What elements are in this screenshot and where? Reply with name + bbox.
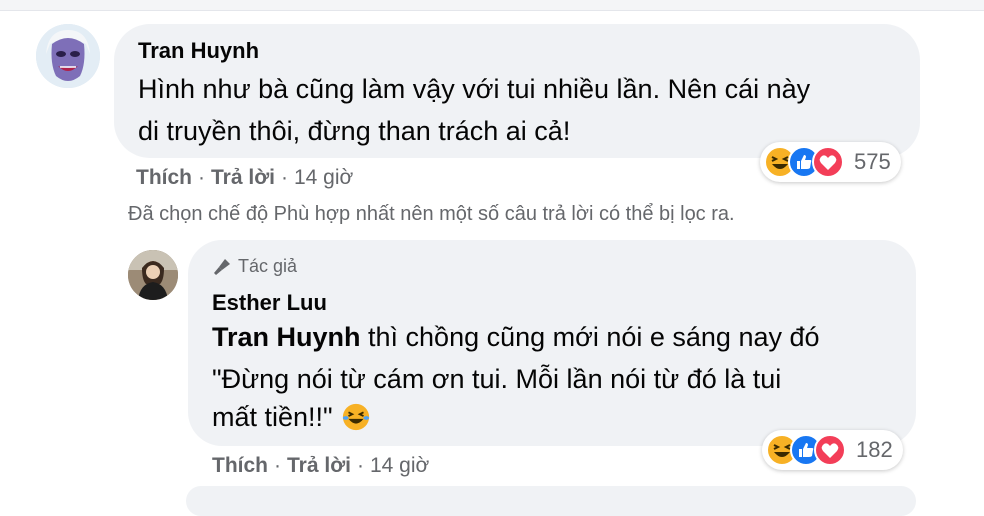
author-badge-label: Tác giả	[238, 256, 298, 276]
reaction-summary[interactable]: 575	[760, 142, 901, 182]
laughing-tears-emoji-icon	[342, 403, 369, 431]
reply-bubble: Tác giả Esther Luu Tran Huynh thì chồng …	[188, 240, 916, 446]
reaction-count: 575	[854, 149, 891, 174]
next-reply-bubble	[186, 486, 916, 516]
timestamp[interactable]: 14 giờ	[370, 454, 429, 477]
reply-text-part: mất tiền!!"	[212, 402, 333, 432]
like-button[interactable]: Thích	[212, 454, 268, 477]
love-icon	[812, 146, 844, 178]
top-divider	[0, 0, 984, 11]
reply-text-line2: "Đừng nói từ cám ơn tui. Mỗi lần nói từ …	[212, 364, 782, 394]
avatar-photo-icon	[128, 250, 178, 300]
microphone-icon	[214, 258, 230, 275]
reaction-count: 182	[856, 437, 893, 462]
reply-button[interactable]: Trả lời	[211, 166, 275, 189]
reply-text-line3: mất tiền!!"	[212, 396, 371, 438]
love-icon	[814, 434, 846, 466]
avatar-villain-icon	[36, 24, 100, 88]
author-badge: Tác giả	[212, 256, 297, 277]
comment-bubble: Tran Huynh Hình như bà cũng làm vậy với …	[114, 24, 920, 158]
avatar[interactable]	[36, 24, 100, 88]
timestamp[interactable]: 14 giờ	[294, 166, 353, 189]
filter-notice: Đã chọn chế độ Phù hợp nhất nên một số c…	[128, 203, 735, 225]
mention-link[interactable]: Tran Huynh	[212, 322, 361, 352]
reply-author[interactable]: Esther Luu	[212, 290, 327, 316]
reply-text-part: thì chồng cũng mới nói e sáng nay đó	[360, 322, 820, 352]
comment-actions: Thích · Trả lời · 14 giờ	[136, 166, 354, 189]
reply-text-line1: Tran Huynh thì chồng cũng mới nói e sáng…	[212, 316, 820, 358]
like-button[interactable]: Thích	[136, 166, 192, 189]
comment-author[interactable]: Tran Huynh	[138, 38, 259, 64]
comment-text-line1: Hình như bà cũng làm vậy với tui nhiều l…	[138, 74, 811, 104]
reply-button[interactable]: Trả lời	[287, 454, 351, 477]
reaction-summary[interactable]: 182	[762, 430, 903, 470]
reply-actions: Thích · Trả lời · 14 giờ	[212, 454, 430, 477]
avatar[interactable]	[128, 250, 178, 300]
comment-text-line2: di truyền thôi, đừng than trách ai cả!	[138, 116, 571, 146]
